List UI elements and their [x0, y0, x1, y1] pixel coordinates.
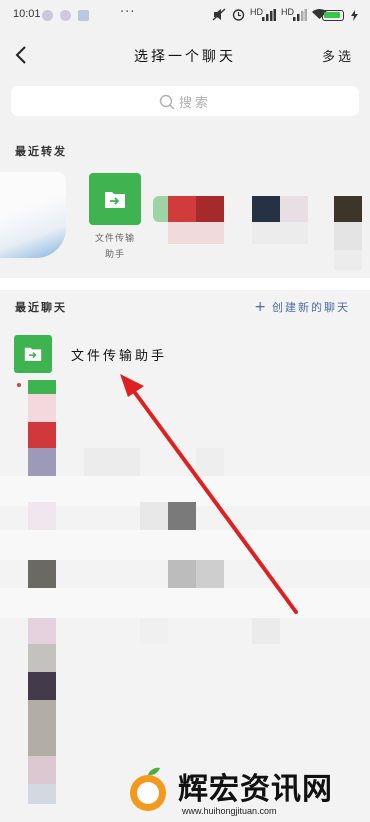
- watermark-url: www.huihongjituan.com: [182, 806, 277, 816]
- annotation-arrow: [120, 374, 298, 614]
- watermark-logo-icon: [130, 767, 166, 811]
- watermark-text: 辉宏资讯网: [178, 772, 333, 807]
